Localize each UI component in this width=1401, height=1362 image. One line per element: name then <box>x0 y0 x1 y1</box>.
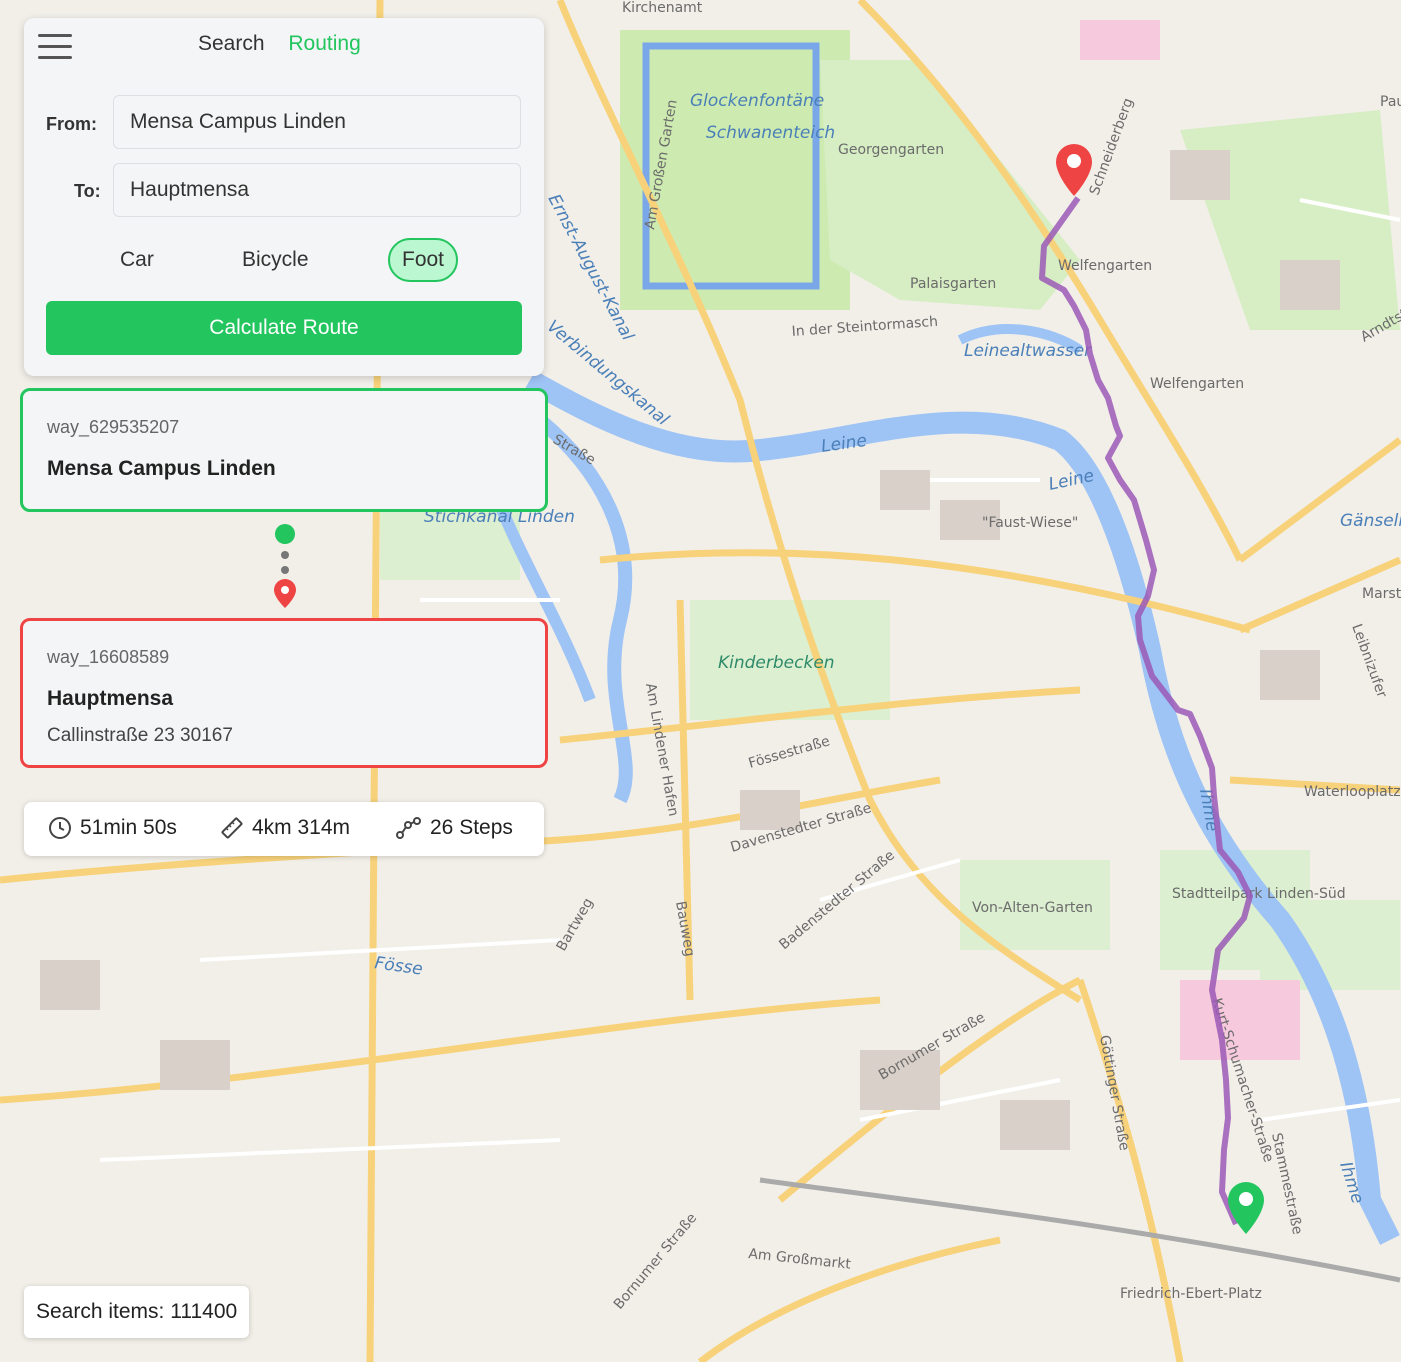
svg-text:Von-Alten-Garten: Von-Alten-Garten <box>972 900 1093 916</box>
svg-text:Waterlooplatz: Waterlooplatz <box>1304 784 1401 800</box>
svg-text:Welfengarten: Welfengarten <box>1058 258 1152 274</box>
svg-text:Gänseliese: Gänseliese <box>1340 511 1401 531</box>
calculate-route-button[interactable]: Calculate Route <box>46 301 522 355</box>
to-input[interactable]: Hauptmensa <box>113 163 521 217</box>
from-label: From: <box>46 114 97 134</box>
svg-text:Welfengarten: Welfengarten <box>1150 376 1244 392</box>
svg-text:Glockenfontäne: Glockenfontäne <box>690 91 824 111</box>
routing-panel: Search Routing From: Mensa Campus Linden… <box>24 18 544 376</box>
duration-value: 51min 50s <box>80 816 177 839</box>
to-label: To: <box>74 181 101 201</box>
duration-stat: 51min 50s <box>48 816 177 840</box>
hamburger-icon <box>38 34 72 37</box>
svg-text:Georgengarten: Georgengarten <box>838 142 944 158</box>
svg-text:Stadtteilpark Linden-Süd: Stadtteilpark Linden-Süd <box>1172 886 1346 902</box>
svg-text:Kinderbecken: Kinderbecken <box>718 653 835 673</box>
end-address: Callinstraße 23 30167 <box>47 725 233 746</box>
end-name: Hauptmensa <box>47 687 174 710</box>
ruler-icon <box>221 817 243 839</box>
end-location-card[interactable]: way_16608589 Hauptmensa Callinstraße 23 … <box>20 618 548 768</box>
distance-value: 4km 314m <box>252 816 351 839</box>
svg-text:Palaisgarten: Palaisgarten <box>910 276 996 292</box>
mode-car[interactable]: Car <box>120 248 154 272</box>
route-steps-icon <box>396 817 421 839</box>
from-input[interactable]: Mensa Campus Linden <box>113 95 521 149</box>
tab-routing[interactable]: Routing <box>288 32 360 56</box>
svg-text:Leinealtwasser: Leinealtwasser <box>964 341 1092 361</box>
menu-button[interactable] <box>38 34 72 62</box>
svg-text:Pauluskirche: Pauluskirche <box>1380 94 1401 110</box>
svg-text:Schwanenteich: Schwanenteich <box>706 123 835 143</box>
svg-text:Friedrich-Ebert-Platz: Friedrich-Ebert-Platz <box>1120 1286 1262 1302</box>
clock-icon <box>49 817 71 839</box>
mode-foot[interactable]: Foot <box>388 238 459 282</box>
end-id: way_16608589 <box>47 647 170 667</box>
start-name: Mensa Campus Linden <box>47 457 276 480</box>
start-id: way_629535207 <box>47 417 180 437</box>
steps-value: 26 Steps <box>430 816 513 839</box>
svg-text:Marstall: Marstall <box>1362 586 1401 602</box>
mode-bicycle[interactable]: Bicycle <box>242 248 309 272</box>
tab-search[interactable]: Search <box>198 32 265 56</box>
search-items-count: Search items: 111400 <box>24 1286 250 1338</box>
svg-text:Kirchenamt: Kirchenamt <box>622 0 703 16</box>
steps-stat: 26 Steps <box>396 816 513 840</box>
tab-bar: Search Routing <box>198 32 379 56</box>
distance-stat: 4km 314m <box>220 816 350 840</box>
route-stats: 51min 50s 4km 314m 26 Steps <box>24 802 544 856</box>
start-location-card[interactable]: way_629535207 Mensa Campus Linden <box>20 388 548 512</box>
svg-text:"Faust-Wiese": "Faust-Wiese" <box>982 515 1078 531</box>
